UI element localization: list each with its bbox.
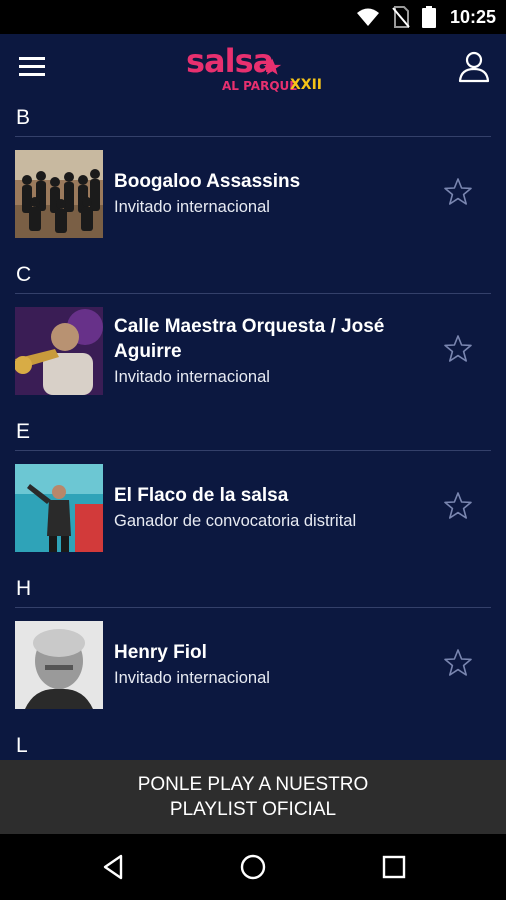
salsa-al-parque-logo: salsa AL PARQUE XXII (184, 40, 324, 96)
artist-info: Calle Maestra Orquesta / José Aguirre In… (114, 294, 414, 408)
section-header: L (16, 734, 28, 757)
artist-name: Boogaloo Assassins (114, 171, 301, 192)
artist-name: Calle Maestra Orquesta / José Aguirre (114, 315, 385, 362)
no-sim-icon (392, 6, 410, 28)
artist-row-boogaloo-assassins[interactable]: Boogaloo Assassins Invitado internaciona… (0, 137, 506, 257)
artist-name: El Flaco de la salsa (114, 485, 289, 506)
section-header: C (16, 263, 32, 286)
svg-text:XXII: XXII (290, 77, 322, 93)
artist-info: Boogaloo Assassins Invitado internaciona… (114, 137, 414, 251)
artist-row-calle-maestra-orquesta[interactable]: Calle Maestra Orquesta / José Aguirre In… (0, 294, 506, 414)
status-bar: 10:25 (0, 0, 506, 34)
favorite-star-icon[interactable] (442, 176, 474, 208)
recents-icon[interactable] (378, 851, 410, 883)
artist-photo (15, 464, 103, 552)
artist-photo (15, 621, 103, 709)
favorite-star-icon[interactable] (442, 333, 474, 365)
battery-icon (421, 6, 436, 28)
favorite-star-icon[interactable] (442, 647, 474, 679)
artist-info: Henry Fiol Invitado internacional (114, 608, 414, 722)
artist-name: Henry Fiol (114, 642, 207, 663)
wifi-icon (356, 7, 380, 27)
app-bar: salsa AL PARQUE XXII (0, 34, 506, 100)
home-icon[interactable] (237, 851, 269, 883)
artist-photo (15, 150, 103, 238)
artist-info: El Flaco de la salsa Ganador de convocat… (114, 451, 414, 565)
user-account-icon[interactable] (456, 48, 492, 84)
artist-category: Invitado internacional (114, 367, 270, 386)
favorite-star-icon[interactable] (442, 490, 474, 522)
artist-row-henry-fiol[interactable]: Henry Fiol Invitado internacional (0, 608, 506, 728)
section-header: B (16, 106, 31, 129)
back-icon[interactable] (98, 851, 130, 883)
status-clock: 10:25 (449, 6, 496, 27)
artist-list[interactable]: B Boogaloo Assassins Invitado internacio… (0, 100, 506, 760)
section-header: H (16, 577, 32, 600)
artist-category: Invitado internacional (114, 669, 270, 687)
svg-text:salsa: salsa (186, 42, 273, 80)
playlist-banner-button[interactable]: PONLE PLAY A NUESTRO PLAYLIST OFICIAL (0, 760, 506, 834)
system-nav-bar (0, 834, 506, 900)
svg-text:AL PARQUE: AL PARQUE (222, 79, 297, 93)
hamburger-menu-icon[interactable] (16, 51, 48, 83)
playlist-banner-label: PONLE PLAY A NUESTRO PLAYLIST OFICIAL (137, 774, 369, 820)
section-header: E (16, 420, 31, 443)
artist-category: Invitado internacional (114, 198, 270, 216)
artist-row-el-flaco-de-la-salsa[interactable]: El Flaco de la salsa Ganador de convocat… (0, 451, 506, 571)
artist-photo (15, 307, 103, 395)
artist-category: Ganador de convocatoria distrital (114, 512, 357, 530)
